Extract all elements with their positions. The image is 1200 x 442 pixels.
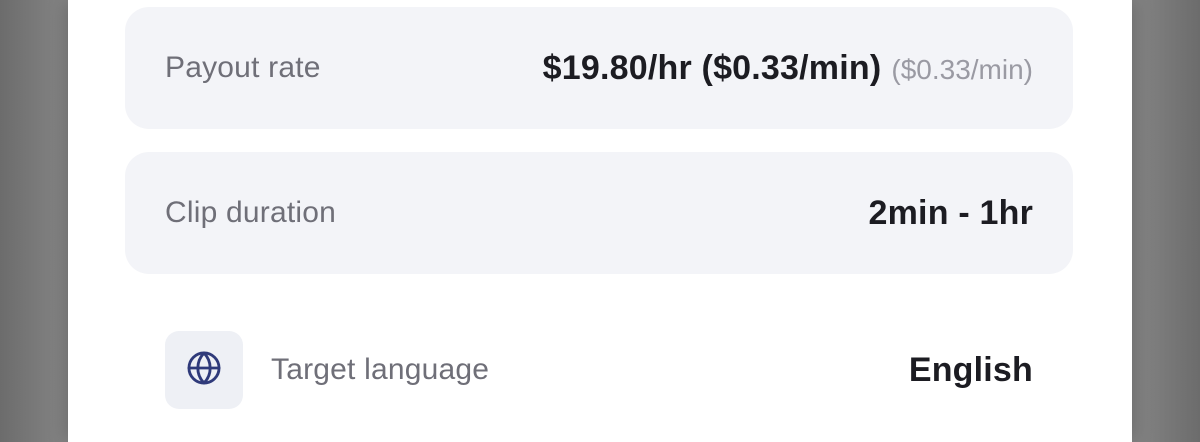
payout-rate-label: Payout rate xyxy=(165,51,321,84)
clip-duration-row: Clip duration 2min - 1hr xyxy=(125,152,1073,274)
payout-rate-value-group: $19.80/hr ($0.33/min) ($0.33/min) xyxy=(543,49,1033,88)
globe-icon xyxy=(185,349,223,392)
details-sheet: Payout rate $19.80/hr ($0.33/min) ($0.33… xyxy=(68,0,1132,442)
clip-duration-value: 2min - 1hr xyxy=(868,193,1033,232)
target-language-value: English xyxy=(908,350,1033,389)
overlay-backdrop-left xyxy=(0,0,68,442)
clip-duration-label: Clip duration xyxy=(165,196,337,229)
target-language-row: Target language English xyxy=(165,330,1033,410)
target-language-label: Target language xyxy=(271,353,490,386)
payout-rate-row: Payout rate $19.80/hr ($0.33/min) ($0.33… xyxy=(125,7,1073,129)
payout-rate-value: $19.80/hr ($0.33/min) xyxy=(542,48,882,87)
globe-icon-tile xyxy=(165,331,243,409)
payout-rate-secondary: ($0.33/min) xyxy=(891,53,1033,85)
overlay-backdrop-right xyxy=(1132,0,1200,442)
target-language-left: Target language xyxy=(165,331,489,409)
